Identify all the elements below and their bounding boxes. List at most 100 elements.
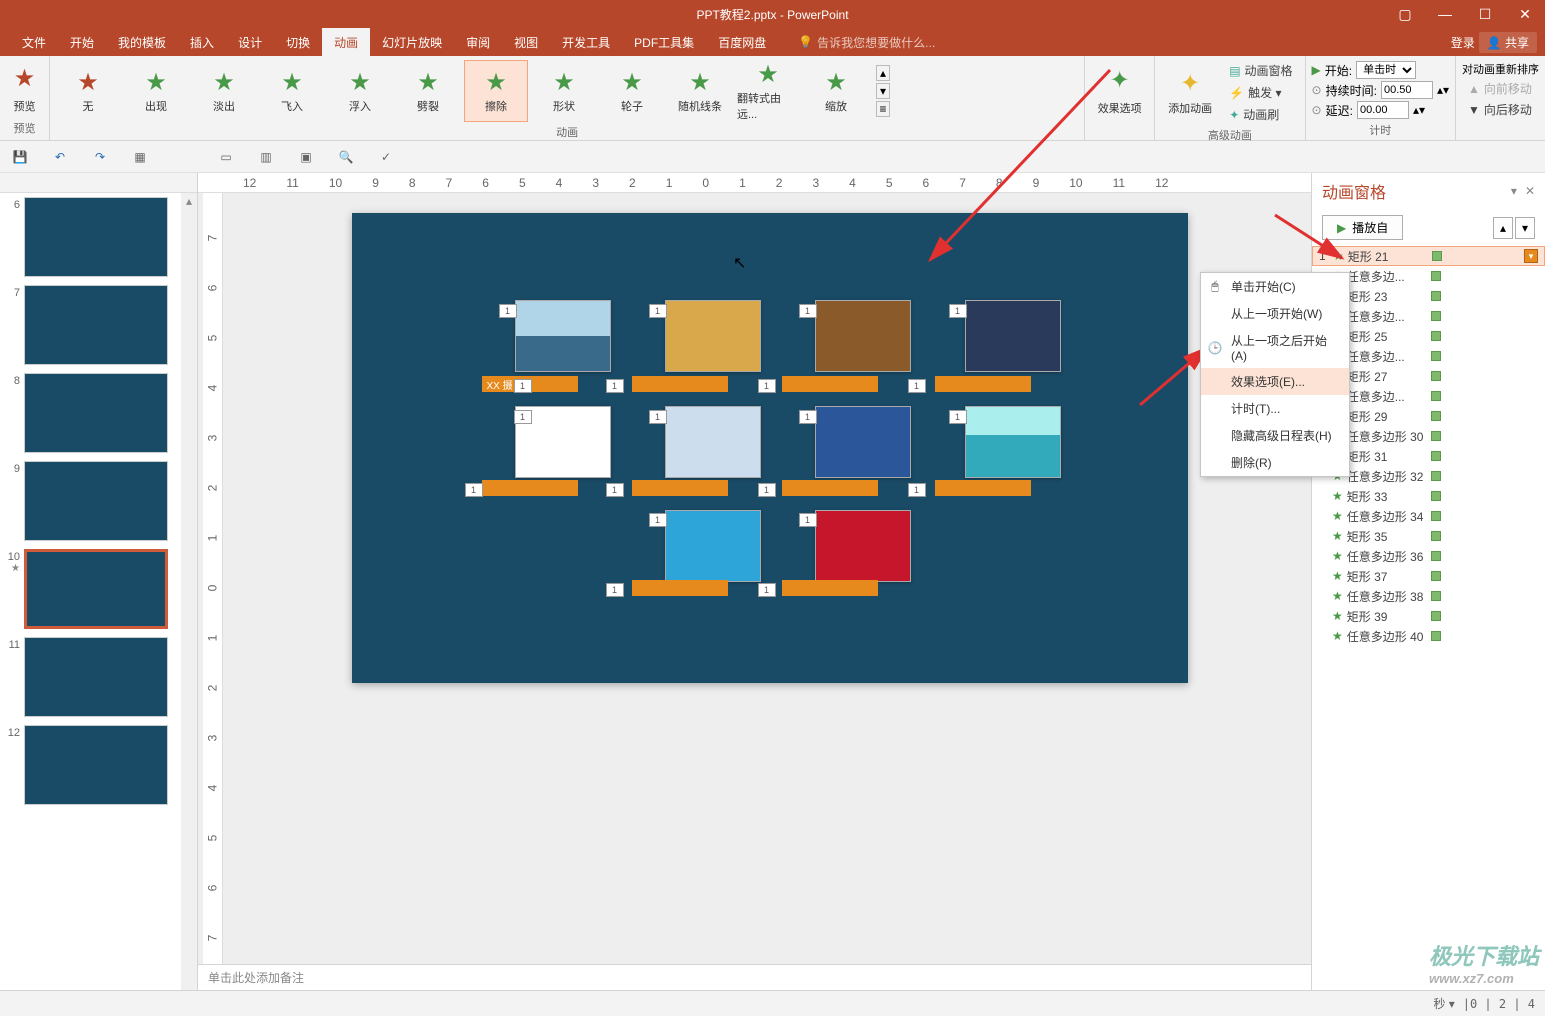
undo-icon[interactable]: ↶	[48, 145, 72, 169]
animation-tag[interactable]: 1	[949, 304, 967, 318]
animation-tag[interactable]: 1	[758, 583, 776, 597]
qat-icon-2[interactable]: ▥	[254, 145, 278, 169]
scrollbar[interactable]: ▴	[181, 193, 197, 990]
seconds-label[interactable]: 秒 ▾	[1433, 995, 1454, 1012]
slide-thumb-7[interactable]: 7	[0, 281, 197, 369]
move-down-icon[interactable]: ▾	[1515, 217, 1535, 239]
anim-list-item[interactable]: ★矩形 33	[1312, 486, 1545, 506]
animation-pane-button[interactable]: ▤动画窗格	[1223, 60, 1298, 81]
anim-list-item[interactable]: ★任意多边形 36	[1312, 546, 1545, 566]
context-menu-item[interactable]: 删除(R)	[1201, 449, 1349, 476]
move-backward-button[interactable]: ▼向后移动	[1462, 99, 1538, 120]
animation-tag[interactable]: 1	[514, 379, 532, 393]
animation-形状[interactable]: ★形状	[532, 60, 596, 122]
animation-tag[interactable]: 1	[649, 304, 667, 318]
menu-pdf[interactable]: PDF工具集	[622, 28, 706, 56]
delay-input[interactable]	[1357, 101, 1409, 119]
animation-浮入[interactable]: ★浮入	[328, 60, 392, 122]
context-menu-item[interactable]: 🕒从上一项之后开始(A)	[1201, 327, 1349, 368]
animation-tag[interactable]: 1	[465, 483, 483, 497]
maximize-icon[interactable]: ☐	[1465, 0, 1505, 28]
anim-list-item[interactable]: ★任意多边形 38	[1312, 586, 1545, 606]
animation-轮子[interactable]: ★轮子	[600, 60, 664, 122]
menu-transitions[interactable]: 切换	[274, 28, 322, 56]
animation-painter-button[interactable]: ✦动画刷	[1223, 104, 1298, 125]
save-icon[interactable]: 💾	[8, 145, 32, 169]
play-from-button[interactable]: ▶播放自	[1322, 215, 1403, 240]
tell-me-search[interactable]: 💡告诉我您想要做什么...	[798, 34, 935, 51]
effect-options-icon[interactable]: ✦	[1106, 66, 1134, 94]
animation-擦除[interactable]: ★擦除	[464, 60, 528, 122]
slide-thumb-12[interactable]: 12	[0, 721, 197, 809]
animation-tag[interactable]: 1	[606, 379, 624, 393]
qat-icon-4[interactable]: 🔍	[334, 145, 358, 169]
context-menu-item[interactable]: 隐藏高级日程表(H)	[1201, 422, 1349, 449]
share-button[interactable]: 👤 共享	[1479, 32, 1537, 53]
animation-无[interactable]: ★无	[56, 60, 120, 122]
qat-icon-3[interactable]: ▣	[294, 145, 318, 169]
slide-canvas[interactable]: XX 摄 11111111111111111111	[352, 213, 1188, 683]
animation-tag[interactable]: 1	[649, 410, 667, 424]
slide-thumbnail-panel[interactable]: 678910★1112 ▴	[0, 173, 198, 990]
trigger-button[interactable]: ⚡触发 ▾	[1223, 82, 1298, 103]
anim-list-item[interactable]: ★矩形 39	[1312, 606, 1545, 626]
animation-飞入[interactable]: ★飞入	[260, 60, 324, 122]
animation-出现[interactable]: ★出现	[124, 60, 188, 122]
menu-animations[interactable]: 动画	[322, 28, 370, 56]
context-menu-item[interactable]: 计时(T)...	[1201, 395, 1349, 422]
login-link[interactable]: 登录	[1451, 34, 1475, 51]
start-from-beginning-icon[interactable]: ▦	[128, 145, 152, 169]
animation-tag[interactable]: 1	[799, 304, 817, 318]
menu-baidu[interactable]: 百度网盘	[706, 28, 778, 56]
redo-icon[interactable]: ↷	[88, 145, 112, 169]
animation-淡出[interactable]: ★淡出	[192, 60, 256, 122]
move-forward-button[interactable]: ▲向前移动	[1462, 78, 1538, 99]
menu-design[interactable]: 设计	[226, 28, 274, 56]
pane-close-icon[interactable]: ✕	[1525, 184, 1535, 198]
move-up-icon[interactable]: ▴	[1493, 217, 1513, 239]
animation-tag[interactable]: 1	[908, 379, 926, 393]
gallery-down-icon[interactable]: ▾	[876, 83, 890, 99]
animation-tag[interactable]: 1	[606, 483, 624, 497]
anim-list-item[interactable]: ★任意多边形 34	[1312, 506, 1545, 526]
slide-thumb-11[interactable]: 11	[0, 633, 197, 721]
menu-home[interactable]: 开始	[58, 28, 106, 56]
animation-tag[interactable]: 1	[799, 513, 817, 527]
gallery-up-icon[interactable]: ▴	[876, 65, 890, 81]
context-menu-item[interactable]: 🖱单击开始(C)	[1201, 273, 1349, 300]
slide-thumb-8[interactable]: 8	[0, 369, 197, 457]
menu-insert[interactable]: 插入	[178, 28, 226, 56]
animation-tag[interactable]: 1	[908, 483, 926, 497]
gallery-more-icon[interactable]: ≡	[876, 101, 890, 117]
slide-thumb-10[interactable]: 10★	[0, 545, 197, 633]
anim-list-item[interactable]: ★任意多边形 40	[1312, 626, 1545, 646]
anim-list-item[interactable]: ★矩形 35	[1312, 526, 1545, 546]
menu-slideshow[interactable]: 幻灯片放映	[370, 28, 454, 56]
animation-随机线条[interactable]: ★随机线条	[668, 60, 732, 122]
animation-tag[interactable]: 1	[949, 410, 967, 424]
animation-缩放[interactable]: ★缩放	[804, 60, 868, 122]
menu-developer[interactable]: 开发工具	[550, 28, 622, 56]
animation-tag[interactable]: 1	[758, 379, 776, 393]
menu-review[interactable]: 审阅	[454, 28, 502, 56]
animation-劈裂[interactable]: ★劈裂	[396, 60, 460, 122]
duration-input[interactable]	[1381, 81, 1433, 99]
qat-icon-5[interactable]: ✓	[374, 145, 398, 169]
notes-input[interactable]: 单击此处添加备注	[198, 964, 1311, 990]
animation-翻转式由远...[interactable]: ★翻转式由远...	[736, 60, 800, 122]
animation-tag[interactable]: 1	[799, 410, 817, 424]
menu-file[interactable]: 文件	[10, 28, 58, 56]
animation-tag[interactable]: 1	[606, 583, 624, 597]
anim-list-item[interactable]: 1★矩形 21▾	[1312, 246, 1545, 266]
ribbon-display-icon[interactable]: ▢	[1385, 0, 1425, 28]
add-animation-icon[interactable]: ✦	[1176, 70, 1204, 98]
preview-icon[interactable]: ★	[11, 64, 39, 92]
context-menu-item[interactable]: 从上一项开始(W)	[1201, 300, 1349, 327]
animation-tag[interactable]: 1	[514, 410, 532, 424]
animation-tag[interactable]: 1	[758, 483, 776, 497]
start-select[interactable]: 单击时	[1356, 61, 1416, 79]
close-icon[interactable]: ✕	[1505, 0, 1545, 28]
animation-tag[interactable]: 1	[649, 513, 667, 527]
minimize-icon[interactable]: —	[1425, 0, 1465, 28]
dropdown-icon[interactable]: ▾	[1524, 249, 1538, 263]
